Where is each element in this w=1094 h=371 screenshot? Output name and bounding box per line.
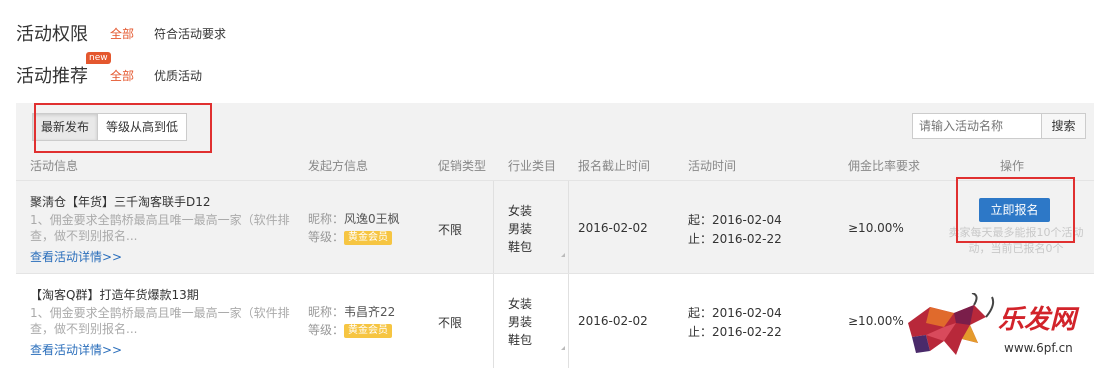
site-watermark-logo: 乐发网 www.6pf.cn (900, 292, 1094, 367)
watermark-url: www.6pf.cn (1004, 341, 1073, 355)
activity-detail-link[interactable]: 查看活动详情>> (30, 248, 122, 265)
category-item: 女装 (508, 204, 533, 218)
activity-description: 1、佣金要求全鹊桥最高且唯一最高一家（软件排查，做不到别报名... (30, 306, 290, 336)
category-item: 女装 (508, 297, 533, 311)
nickname-label: 昵称： (308, 305, 345, 319)
activity-end: 止：2016-02-22 (688, 325, 782, 339)
nickname-value: 韦昌齐22 (344, 305, 396, 319)
sponsor-level: 等级： 黄金会员 (308, 228, 393, 246)
activity-start: 起：2016-02-04 (688, 213, 782, 227)
header-category: 行业类目 (508, 159, 557, 173)
header-commission: 佣金比率要求 (848, 159, 921, 173)
header-promo-type: 促销类型 (438, 159, 487, 173)
level-label: 等级： (308, 323, 345, 337)
search-input[interactable] (912, 113, 1042, 139)
activity-end: 止：2016-02-22 (688, 232, 782, 246)
permission-all-option[interactable]: 全部 (110, 25, 134, 42)
header-activity-time: 活动时间 (688, 159, 737, 173)
sort-highlight-box (34, 103, 212, 153)
header-deadline: 报名截止时间 (578, 159, 651, 173)
recommend-quality-option[interactable]: 优质活动 (154, 67, 202, 84)
level-label: 等级： (308, 230, 345, 244)
table-row: 聚淸仓【年货】三千淘客联手D12 1、佣金要求全鹊桥最高且唯一最高一家（软件排查… (16, 180, 1094, 273)
gold-member-badge: 黄金会员 (344, 323, 393, 338)
activity-start: 起：2016-02-04 (688, 306, 782, 320)
category-list: 女装 男装 鞋包 (508, 295, 532, 349)
sponsor-level: 等级： 黄金会员 (308, 321, 393, 339)
recommend-filter-title: 活动推荐 (16, 66, 88, 87)
column-divider (568, 181, 569, 273)
category-item: 男装 (508, 222, 533, 236)
permission-filter: 活动权限 全部 符合活动要求 (16, 20, 226, 46)
header-sponsor-info: 发起方信息 (308, 159, 369, 173)
signup-limit-line2: 动，当前已报名0个 (968, 242, 1064, 255)
category-item: 男装 (508, 315, 533, 329)
nickname-label: 昵称： (308, 212, 345, 226)
resize-corner-icon (561, 253, 565, 257)
activity-description: 1、佣金要求全鹊桥最高且唯一最高一家（软件排查，做不到别报名... (30, 213, 290, 243)
category-list: 女装 男装 鞋包 (508, 202, 532, 256)
gold-member-badge: 黄金会员 (344, 230, 393, 245)
apply-highlight-box (956, 177, 1075, 243)
permission-eligible-option[interactable]: 符合活动要求 (154, 25, 226, 42)
activity-title[interactable]: 聚淸仓【年货】三千淘客联手D12 (30, 193, 211, 210)
commission-rate: ≥10.00% (848, 221, 904, 235)
activity-detail-link[interactable]: 查看活动详情>> (30, 341, 122, 358)
header-activity-info: 活动信息 (30, 159, 79, 173)
resize-corner-icon (561, 346, 565, 350)
permission-filter-title: 活动权限 (16, 24, 88, 45)
header-action: 操作 (1000, 159, 1025, 173)
category-item: 鞋包 (508, 333, 533, 347)
sponsor-nickname: 昵称：风逸0王枫 (308, 210, 400, 228)
deadline: 2016-02-02 (578, 221, 648, 235)
column-divider (493, 181, 494, 273)
column-divider (493, 274, 494, 368)
category-item: 鞋包 (508, 240, 533, 254)
recommend-all-option[interactable]: 全部 (110, 67, 134, 84)
deadline: 2016-02-02 (578, 314, 648, 328)
activity-title[interactable]: 【淘客Q群】打造年货爆款13期 (30, 286, 199, 303)
promo-type: 不限 (438, 223, 463, 237)
nickname-value: 风逸0王枫 (344, 212, 400, 226)
promo-type: 不限 (438, 316, 463, 330)
new-badge: new (86, 52, 111, 64)
sponsor-nickname: 昵称：韦昌齐22 (308, 303, 395, 321)
watermark-brand: 乐发网 (998, 305, 1077, 335)
search-button[interactable]: 搜索 (1042, 113, 1086, 139)
commission-rate: ≥10.00% (848, 314, 904, 328)
column-divider (568, 274, 569, 368)
recommend-filter: 活动推荐 new 全部 优质活动 (16, 52, 202, 88)
